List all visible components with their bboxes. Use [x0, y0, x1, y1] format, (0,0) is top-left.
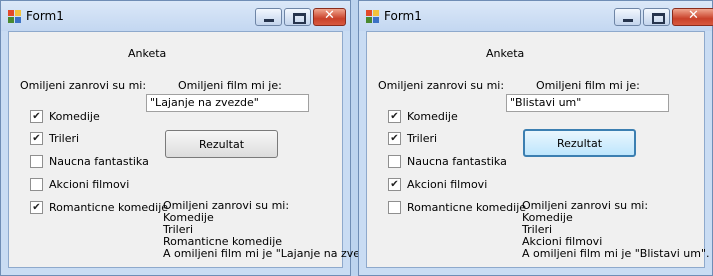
result-line: A omiljeni film mi je "Lajanje na zvezde… — [163, 247, 385, 260]
result-line: Komedije — [163, 211, 214, 224]
title-bar[interactable]: Form1 ✕ — [1, 1, 350, 31]
result-line: A omiljeni film mi je "Blistavi um". — [522, 247, 710, 260]
checkmark-icon: ✔ — [32, 110, 41, 122]
checkbox-trileri[interactable]: ✔ Trileri — [30, 132, 79, 145]
rezultat-button[interactable]: Rezultat — [165, 130, 278, 158]
minimize-icon — [264, 19, 274, 22]
close-button[interactable]: ✕ — [313, 8, 346, 26]
minimize-button[interactable] — [614, 8, 641, 26]
checkbox-trileri[interactable]: ✔ Trileri — [388, 132, 437, 145]
checkbox-akcioni-filmovi[interactable]: ✔ Akcioni filmovi — [388, 178, 487, 191]
checkbox-label: Naucna fantastika — [49, 155, 149, 168]
checkbox-label: Komedije — [49, 110, 100, 123]
checkbox-romanticne-komedije[interactable]: ✔ Romanticne komedije — [388, 201, 526, 214]
close-icon: ✕ — [688, 8, 699, 23]
maximize-button[interactable] — [284, 8, 311, 26]
checkbox-box[interactable]: ✔ — [388, 201, 401, 214]
window-title: Form1 — [384, 9, 422, 23]
checkbox-box[interactable]: ✔ — [30, 132, 43, 145]
form-window-right: Form1 ✕ Anketa Omiljeni zanrovi su mi: O… — [358, 0, 713, 276]
checkbox-label: Romanticne komedije — [407, 201, 527, 214]
checkmark-icon: ✔ — [390, 178, 399, 190]
checkbox-label: Naucna fantastika — [407, 155, 507, 168]
film-label: Omiljeni film mi je: — [178, 79, 282, 92]
checkbox-label: Akcioni filmovi — [49, 178, 130, 191]
maximize-icon — [652, 13, 665, 24]
survey-label: Anketa — [128, 47, 167, 60]
minimize-icon — [623, 19, 633, 22]
result-output: Omiljeni zanrovi su mi: Komedije Trileri… — [163, 200, 385, 260]
result-output: Omiljeni zanrovi su mi: Komedije Trileri… — [522, 200, 710, 260]
form-client-area: Anketa Omiljeni zanrovi su mi: Omiljeni … — [8, 31, 385, 268]
checkbox-box[interactable]: ✔ — [388, 178, 401, 191]
checkbox-komedije[interactable]: ✔ Komedije — [388, 110, 458, 123]
checkbox-naucna-fantastika[interactable]: ✔ Naucna fantastika — [30, 155, 149, 168]
minimize-button[interactable] — [255, 8, 282, 26]
maximize-icon — [293, 13, 306, 24]
checkbox-label: Komedije — [407, 110, 458, 123]
form-app-icon — [366, 10, 379, 23]
close-button[interactable]: ✕ — [672, 8, 713, 26]
film-textbox[interactable]: "Lajanje na zvezde" — [146, 94, 309, 112]
genres-label: Omiljeni zanrovi su mi: — [378, 79, 505, 92]
window-title: Form1 — [26, 9, 64, 23]
checkbox-label: Trileri — [49, 132, 80, 145]
close-icon: ✕ — [324, 8, 335, 23]
checkmark-icon: ✔ — [32, 201, 41, 213]
checkbox-label: Akcioni filmovi — [407, 178, 488, 191]
checkbox-box[interactable]: ✔ — [30, 178, 43, 191]
checkmark-icon: ✔ — [390, 110, 399, 122]
checkbox-komedije[interactable]: ✔ Komedije — [30, 110, 100, 123]
checkbox-label: Trileri — [407, 132, 438, 145]
checkbox-box[interactable]: ✔ — [30, 155, 43, 168]
form-window-left: Form1 ✕ Anketa Omiljeni zanrovi su mi: O… — [0, 0, 385, 276]
form-client-area: Anketa Omiljeni zanrovi su mi: Omiljeni … — [366, 31, 710, 268]
checkbox-romanticne-komedije[interactable]: ✔ Romanticne komedije — [30, 201, 168, 214]
survey-label: Anketa — [486, 47, 525, 60]
checkbox-box[interactable]: ✔ — [388, 110, 401, 123]
checkmark-icon: ✔ — [390, 132, 399, 144]
title-bar[interactable]: Form1 ✕ — [359, 1, 713, 31]
form-app-icon — [8, 10, 21, 23]
checkbox-box[interactable]: ✔ — [30, 201, 43, 214]
checkbox-box[interactable]: ✔ — [388, 132, 401, 145]
checkbox-naucna-fantastika[interactable]: ✔ Naucna fantastika — [388, 155, 507, 168]
checkbox-box[interactable]: ✔ — [30, 110, 43, 123]
checkbox-akcioni-filmovi[interactable]: ✔ Akcioni filmovi — [30, 178, 129, 191]
film-label: Omiljeni film mi je: — [536, 79, 640, 92]
checkmark-icon: ✔ — [32, 132, 41, 144]
film-textbox[interactable]: "Blistavi um" — [506, 94, 669, 112]
maximize-button[interactable] — [643, 8, 670, 26]
genres-label: Omiljeni zanrovi su mi: — [20, 79, 147, 92]
checkbox-box[interactable]: ✔ — [388, 155, 401, 168]
checkbox-label: Romanticne komedije — [49, 201, 169, 214]
rezultat-button[interactable]: Rezultat — [523, 129, 636, 157]
